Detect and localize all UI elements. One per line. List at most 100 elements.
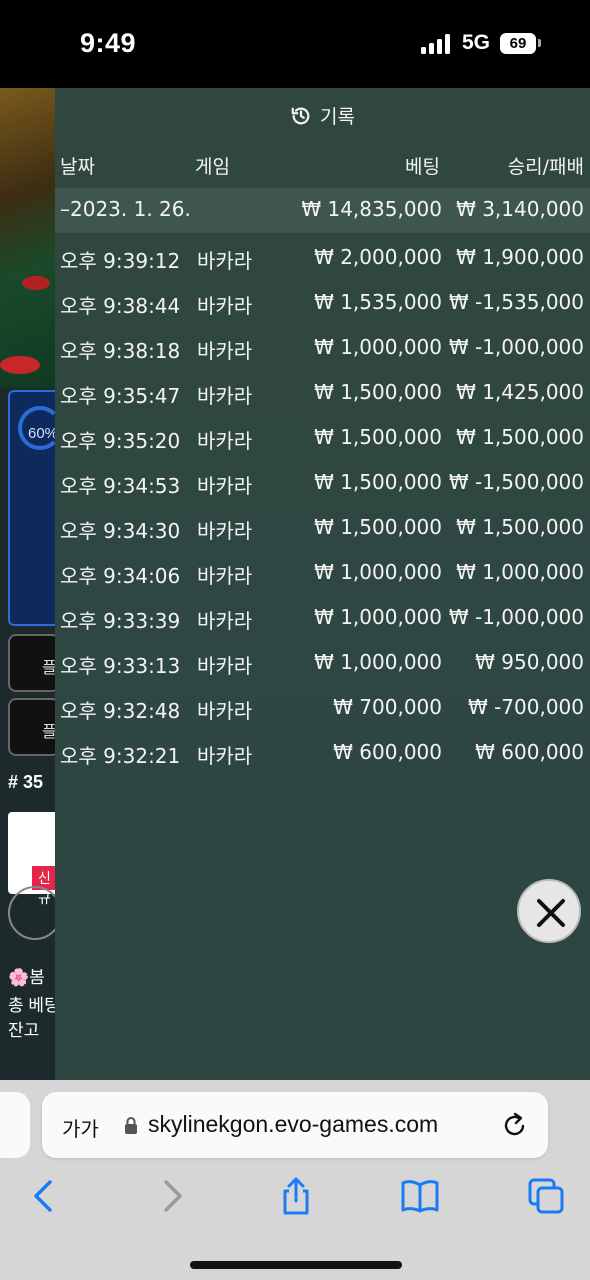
row-time: 오후 9:38:18: [60, 339, 181, 363]
status-time: 9:49: [80, 28, 137, 58]
row-game: 바카라: [197, 519, 253, 543]
history-icon: [291, 107, 310, 125]
table-row[interactable]: 오후 9:33:39 바카라 ₩ 1,000,000 ₩ -1,000,000: [55, 596, 590, 641]
reload-icon[interactable]: [502, 1111, 528, 1139]
bookmarks-icon[interactable]: [400, 1176, 440, 1216]
status-bar: 9:49 5G 69: [0, 0, 590, 88]
table-row[interactable]: 오후 9:35:20 바카라 ₩ 1,500,000 ₩ 1,500,000: [55, 416, 590, 461]
address-bar[interactable]: 가가 skylinekgon.evo-games.com: [42, 1092, 548, 1158]
cellular-signal-icon: [421, 34, 451, 54]
row-time: 오후 9:34:53: [60, 474, 181, 498]
history-panel: 기록 날짜 게임 베팅 승리/패배 –2023. 1. 26. ₩ 14,835…: [55, 88, 590, 1080]
row-game: 바카라: [197, 744, 253, 768]
progress-label: 60%: [28, 425, 59, 442]
history-title: 기록: [320, 106, 355, 128]
summary-date: –2023. 1. 26.: [60, 197, 191, 221]
row-bet: ₩ 1,000,000: [314, 335, 442, 359]
table-row[interactable]: 오후 9:33:13 바카라 ₩ 1,000,000 ₩ 950,000: [55, 641, 590, 686]
row-result: ₩ -1,000,000: [448, 605, 584, 629]
row-bet: ₩ 1,000,000: [314, 650, 442, 674]
row-game: 바카라: [197, 699, 253, 723]
row-game: 바카라: [197, 249, 253, 273]
previous-tab-preview[interactable]: [0, 1092, 30, 1158]
row-time: 오후 9:35:20: [60, 429, 181, 453]
summary-result: ₩ 3,140,000: [456, 197, 584, 221]
row-time: 오후 9:34:06: [60, 564, 181, 588]
column-header-bet: 베팅: [405, 156, 440, 178]
row-bet: ₩ 1,500,000: [314, 515, 442, 539]
row-result: ₩ 600,000: [475, 740, 584, 764]
row-result: ₩ -700,000: [467, 695, 584, 719]
row-time: 오후 9:32:21: [60, 744, 181, 768]
row-bet: ₩ 700,000: [333, 695, 442, 719]
row-result: ₩ 1,500,000: [456, 425, 584, 449]
row-result: ₩ -1,500,000: [448, 470, 584, 494]
row-time: 오후 9:38:44: [60, 294, 181, 318]
row-bet: ₩ 1,000,000: [314, 605, 442, 629]
bottom-line-1: 🌸봄: [8, 968, 45, 987]
table-row[interactable]: 오후 9:39:12 바카라 ₩ 2,000,000 ₩ 1,900,000: [55, 236, 590, 281]
row-bet: ₩ 1,500,000: [314, 470, 442, 494]
balance-label: 잔고: [8, 1021, 40, 1040]
table-row[interactable]: 오후 9:38:18 바카라 ₩ 1,000,000 ₩ -1,000,000: [55, 326, 590, 371]
close-icon: [537, 899, 565, 927]
summary-bet: ₩ 14,835,000: [301, 197, 442, 221]
row-time: 오후 9:32:48: [60, 699, 181, 723]
table-row[interactable]: 오후 9:38:44 바카라 ₩ 1,535,000 ₩ -1,535,000: [55, 281, 590, 326]
column-header-result: 승리/패배: [507, 156, 584, 178]
row-result: ₩ 950,000: [475, 650, 584, 674]
table-row[interactable]: 오후 9:32:21 바카라 ₩ 600,000 ₩ 600,000: [55, 731, 590, 776]
row-game: 바카라: [197, 339, 253, 363]
row-result: ₩ 1,000,000: [456, 560, 584, 584]
row-bet: ₩ 1,535,000: [314, 290, 442, 314]
table-row[interactable]: 오후 9:34:53 바카라 ₩ 1,500,000 ₩ -1,500,000: [55, 461, 590, 506]
table-row[interactable]: 오후 9:32:48 바카라 ₩ 700,000 ₩ -700,000: [55, 686, 590, 731]
row-result: ₩ 1,425,000: [456, 380, 584, 404]
row-bet: ₩ 1,500,000: [314, 380, 442, 404]
row-game: 바카라: [197, 564, 253, 588]
row-bet: ₩ 2,000,000: [314, 245, 442, 269]
text-size-button[interactable]: 가가: [62, 1113, 99, 1142]
battery-tip: [538, 39, 541, 47]
forward-icon[interactable]: [152, 1176, 192, 1216]
column-header-date: 날짜: [60, 156, 95, 178]
game-table-image: [0, 88, 60, 388]
game-button-1[interactable]: 플: [8, 634, 60, 692]
row-time: 오후 9:33:13: [60, 654, 181, 678]
chip-button[interactable]: [8, 886, 62, 940]
row-game: 바카라: [197, 609, 253, 633]
close-button[interactable]: [517, 879, 581, 943]
back-icon[interactable]: [24, 1176, 64, 1216]
battery-icon: 69: [500, 33, 536, 54]
history-header: 기록: [55, 102, 590, 128]
row-time: 오후 9:35:47: [60, 384, 181, 408]
game-button-2[interactable]: 플: [8, 698, 60, 756]
row-result: ₩ 1,500,000: [456, 515, 584, 539]
row-game: 바카라: [197, 474, 253, 498]
browser-toolbar: 가가 skylinekgon.evo-games.com: [0, 1080, 590, 1280]
total-bet-label: 총 베팅: [8, 996, 60, 1015]
row-game: 바카라: [197, 384, 253, 408]
round-label: # 35: [8, 772, 44, 792]
row-bet: ₩ 1,500,000: [314, 425, 442, 449]
url-text[interactable]: skylinekgon.evo-games.com: [148, 1111, 438, 1138]
table-row[interactable]: 오후 9:34:30 바카라 ₩ 1,500,000 ₩ 1,500,000: [55, 506, 590, 551]
tabs-icon[interactable]: [526, 1176, 566, 1216]
row-time: 오후 9:39:12: [60, 249, 181, 273]
home-indicator[interactable]: [190, 1261, 402, 1269]
table-row[interactable]: 오후 9:34:06 바카라 ₩ 1,000,000 ₩ 1,000,000: [55, 551, 590, 596]
column-header-game: 게임: [195, 156, 230, 178]
row-result: ₩ 1,900,000: [456, 245, 584, 269]
row-bet: ₩ 1,000,000: [314, 560, 442, 584]
row-time: 오후 9:34:30: [60, 519, 181, 543]
summary-row[interactable]: –2023. 1. 26. ₩ 14,835,000 ₩ 3,140,000: [55, 188, 590, 233]
row-time: 오후 9:33:39: [60, 609, 181, 633]
row-result: ₩ -1,000,000: [448, 335, 584, 359]
row-game: 바카라: [197, 654, 253, 678]
table-row[interactable]: 오후 9:35:47 바카라 ₩ 1,500,000 ₩ 1,425,000: [55, 371, 590, 416]
lock-icon: [125, 1117, 137, 1134]
row-game: 바카라: [197, 429, 253, 453]
network-type: 5G: [462, 31, 491, 54]
share-icon[interactable]: [276, 1176, 316, 1216]
row-result: ₩ -1,535,000: [448, 290, 584, 314]
